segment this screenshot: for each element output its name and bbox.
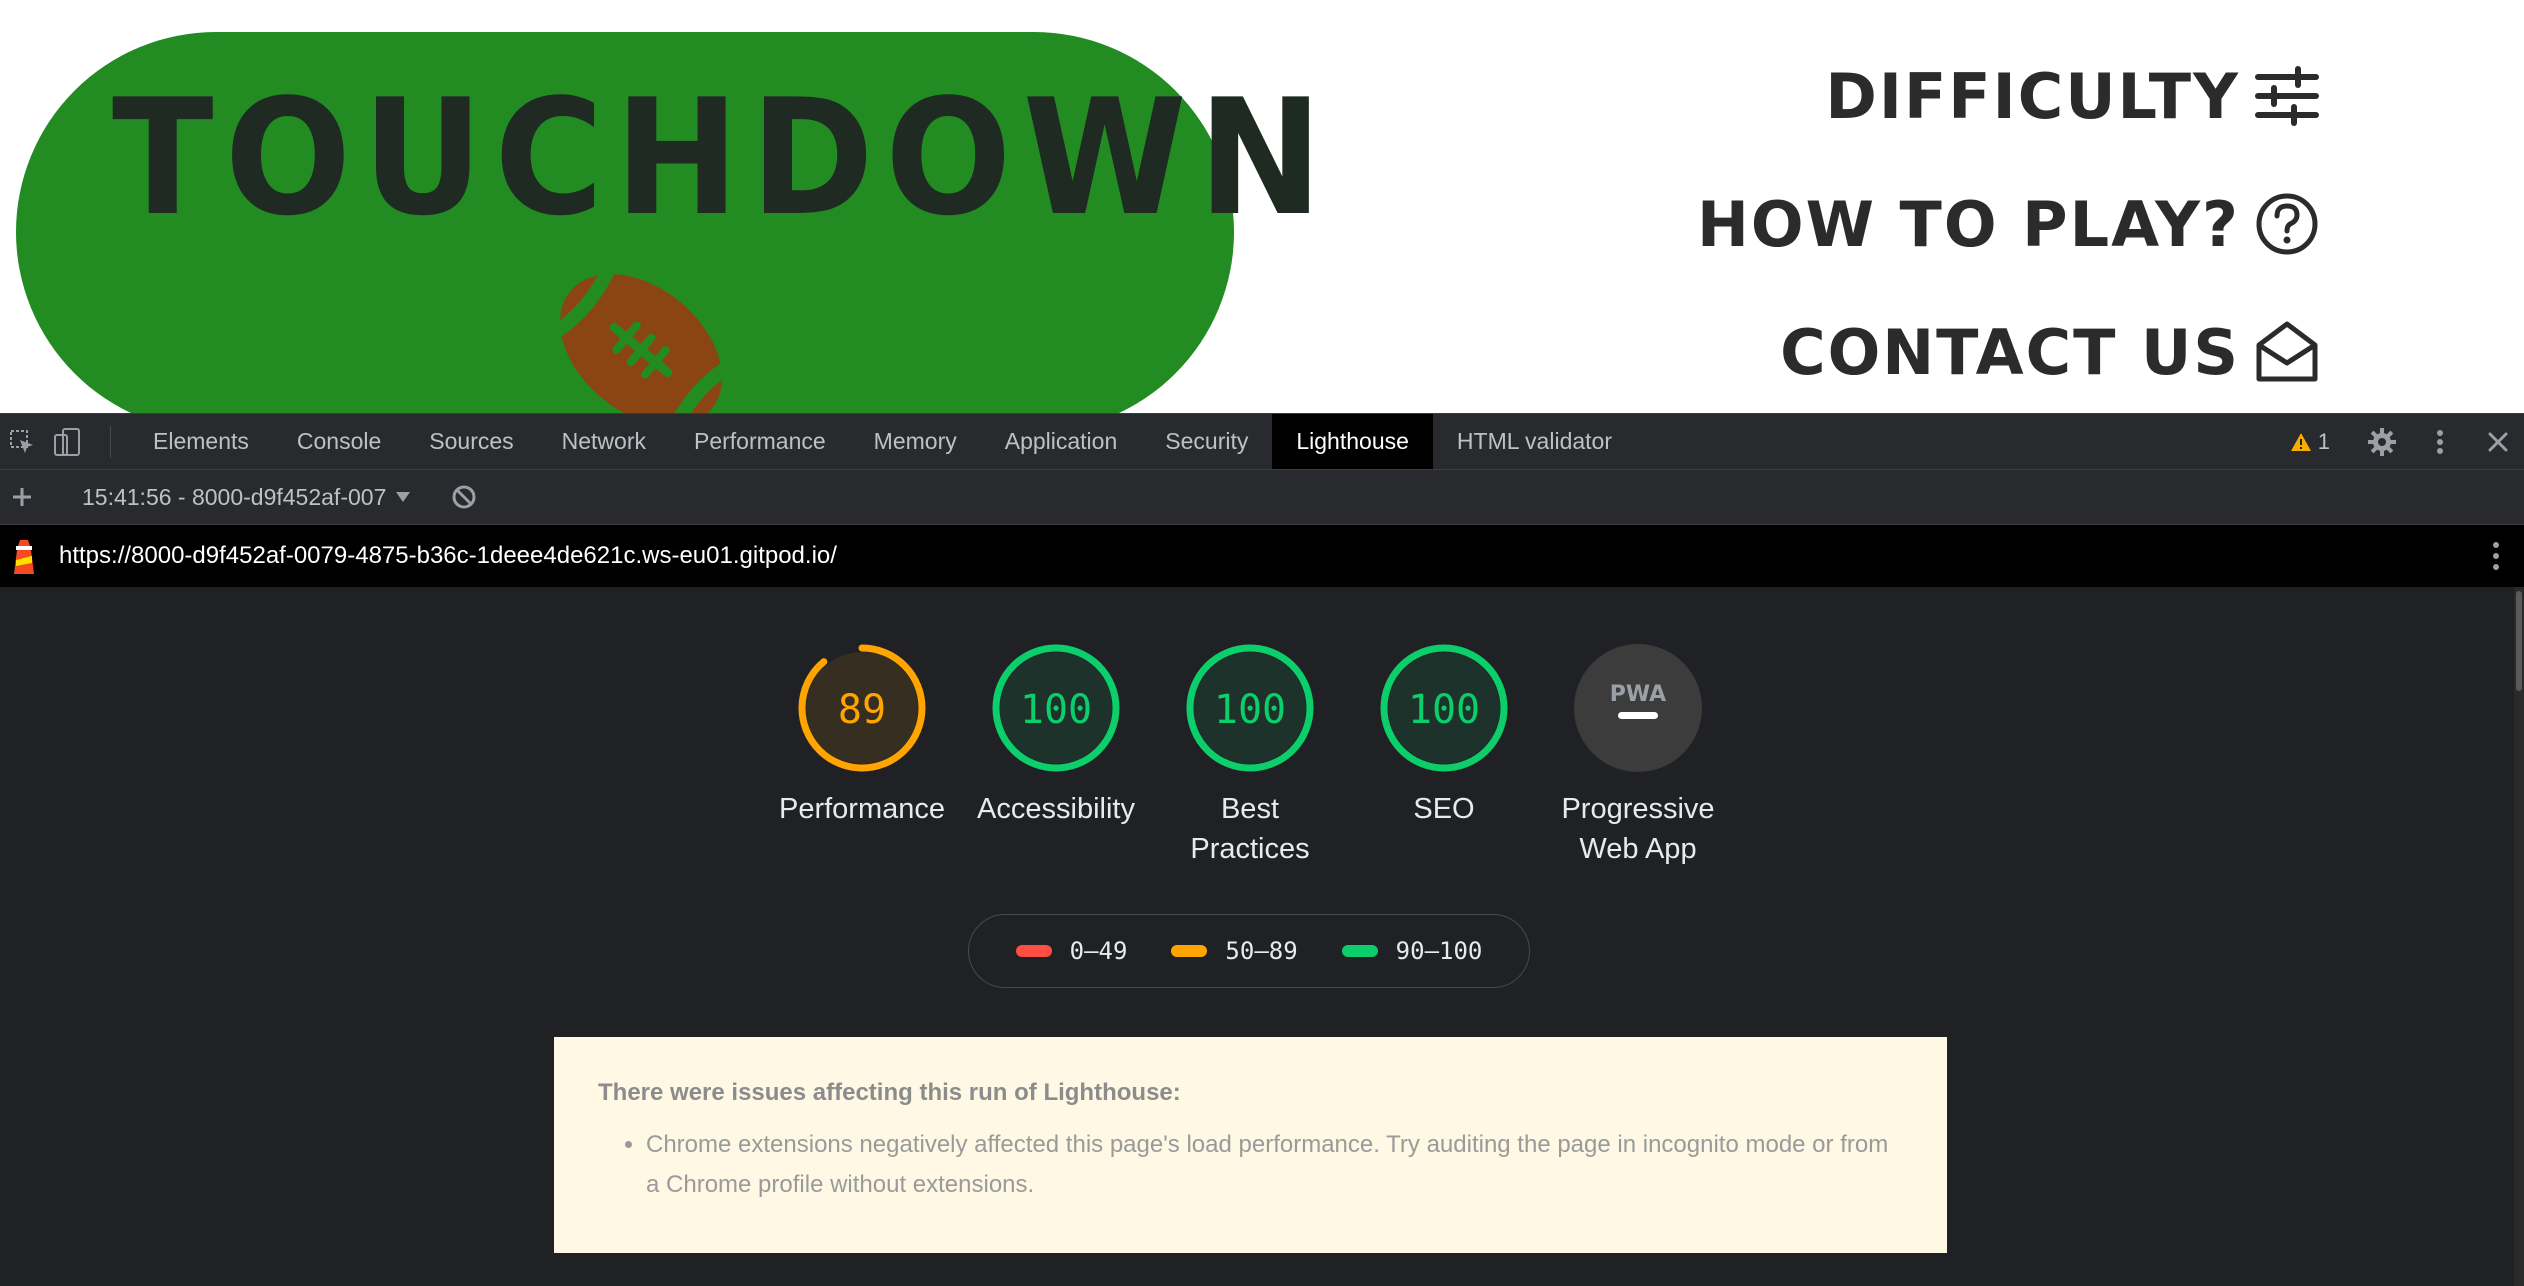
report-selector[interactable]: 15:41:56 - 8000-d9f452af-007 [82, 483, 411, 511]
close-devtools-icon[interactable] [2478, 422, 2518, 462]
report-url-bar: https://8000-d9f452af-0079-4875-b36c-1de… [0, 525, 2524, 587]
warning-icon [2290, 432, 2311, 451]
inspect-element-icon[interactable] [2, 422, 42, 462]
open-envelope-icon [2256, 321, 2318, 382]
nav-contact-us[interactable]: CONTACT US [1780, 312, 2320, 392]
warnings-list: Chrome extensions negatively affected th… [598, 1125, 1903, 1205]
toolbar-divider [110, 425, 111, 458]
nav-difficulty[interactable]: DIFFICULTY [1825, 56, 2320, 136]
tab-html-validator[interactable]: HTML validator [1433, 414, 1636, 469]
gauge-label: SEO [1413, 793, 1475, 825]
report-menu-icon[interactable] [2492, 541, 2500, 571]
warning-count: 1 [2317, 428, 2330, 454]
settings-gear-icon[interactable] [2362, 422, 2402, 462]
tab-security[interactable]: Security [1141, 414, 1272, 469]
gauge-label: Performance [778, 793, 945, 825]
gauge-score: 100 [1214, 687, 1286, 733]
pwa-badge-background [1574, 644, 1702, 772]
device-toolbar-icon[interactable] [48, 422, 88, 462]
report-url[interactable]: https://8000-d9f452af-0079-4875-b36c-1de… [59, 542, 837, 570]
devtools-right-controls: 1 [2290, 414, 2524, 469]
tab-network[interactable]: Network [538, 414, 670, 469]
gauge-label: Progressive Web App [1561, 793, 1715, 865]
pwa-badge-text: PWA [1610, 682, 1666, 707]
gauge-ring-seo: 100 [1380, 644, 1508, 772]
gauge-ring-accessibility: 100 [992, 644, 1120, 772]
tab-application[interactable]: Application [981, 414, 1142, 469]
warnings-indicator[interactable]: 1 [2290, 429, 2330, 455]
report-scrollbar[interactable] [2514, 587, 2524, 1286]
run-warnings-box: There were issues affecting this run of … [554, 1037, 1947, 1253]
legend-range-average: 50–89 [1225, 937, 1298, 965]
nav-difficulty-label: DIFFICULTY [1825, 59, 2240, 133]
gauge-performance[interactable]: 89 Performance [762, 643, 962, 829]
gauge-pwa[interactable]: PWA Progressive Web App [1538, 643, 1738, 869]
gauge-score: 100 [1020, 687, 1092, 733]
legend-swatch-red [1015, 945, 1052, 957]
legend-item-average: 50–89 [1171, 937, 1298, 965]
tab-lighthouse[interactable]: Lighthouse [1272, 414, 1433, 469]
legend-item-fail: 0–49 [1015, 937, 1128, 965]
legend-swatch-orange [1171, 945, 1208, 957]
gauge-ring-best-practices: 100 [1186, 644, 1314, 772]
question-circle-icon [2256, 193, 2318, 255]
logo-banner[interactable]: TOUCHDOWN [16, 32, 1334, 413]
gauge-ring-pwa: PWA [1574, 644, 1702, 772]
legend-range-fail: 0–49 [1069, 937, 1128, 965]
legend-item-pass: 90–100 [1341, 937, 1483, 965]
legend-swatch-green [1341, 945, 1378, 957]
dropdown-arrow-icon [396, 492, 411, 502]
gauge-label: Best Practices [1190, 793, 1310, 865]
tab-performance[interactable]: Performance [670, 414, 850, 469]
nav-contact-us-label: CONTACT US [1780, 315, 2240, 389]
legend-range-pass: 90–100 [1395, 937, 1483, 965]
clear-reports-icon[interactable] [444, 477, 484, 517]
more-options-icon[interactable] [2420, 422, 2460, 462]
warning-item: Chrome extensions negatively affected th… [646, 1125, 1903, 1205]
football-icon [551, 268, 731, 413]
gauge-score: 89 [838, 687, 886, 733]
new-report-plus-icon[interactable] [2, 477, 42, 517]
devtools-tab-bar: Elements Console Sources Network Perform… [0, 413, 2524, 470]
nav-how-to-play-label: HOW TO PLAY? [1696, 187, 2240, 261]
tab-console[interactable]: Console [273, 414, 405, 469]
score-legend: 0–49 50–89 90–100 [968, 914, 1530, 988]
sliders-icon [2255, 66, 2319, 126]
scrollbar-thumb[interactable] [2516, 591, 2522, 691]
tab-elements[interactable]: Elements [129, 414, 273, 469]
gauge-best-practices[interactable]: 100 Best Practices [1150, 643, 1350, 869]
lighthouse-logo-icon [14, 540, 34, 574]
report-selector-value: 15:41:56 - 8000-d9f452af-007 [82, 483, 387, 510]
gauge-accessibility[interactable]: 100 Accessibility [956, 643, 1156, 829]
tab-sources[interactable]: Sources [405, 414, 537, 469]
website-viewport: TOUCHDOWN DIFFICULTY HOW TO PLAY? CONTAC… [0, 0, 2524, 413]
pwa-badge-dash [1618, 712, 1658, 719]
nav-how-to-play[interactable]: HOW TO PLAY? [1697, 184, 2320, 264]
gauge-ring-performance: 89 [798, 644, 926, 772]
gauge-label: Accessibility [977, 793, 1135, 825]
logo-title: TOUCHDOWN [112, 64, 1334, 251]
lighthouse-toolbar: 15:41:56 - 8000-d9f452af-007 [0, 470, 2524, 525]
lighthouse-report: 89 Performance 100 Accessibility 100 Best Pra… [0, 587, 2524, 1286]
warnings-title: There were issues affecting this run of … [598, 1079, 1181, 1106]
gauge-score: 100 [1408, 687, 1480, 733]
tab-memory[interactable]: Memory [850, 414, 981, 469]
gauge-seo[interactable]: 100 SEO [1344, 643, 1544, 829]
